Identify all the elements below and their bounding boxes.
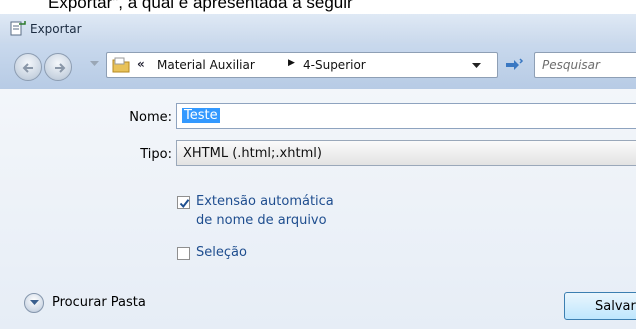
dialog-title: Exportar	[30, 22, 82, 36]
breadcrumb-separator-icon[interactable]: ▶	[288, 58, 295, 68]
export-icon	[10, 20, 26, 36]
selection-label[interactable]: Seleção	[196, 243, 247, 262]
type-select[interactable]: XHTML (.html;.xhtml)	[176, 140, 636, 166]
save-button-label: Salvar	[595, 299, 636, 314]
breadcrumb-overflow[interactable]: «	[137, 57, 145, 71]
name-label: Nome:	[129, 110, 172, 125]
name-field[interactable]: Teste	[176, 103, 636, 129]
save-button[interactable]: Salvar	[564, 292, 636, 320]
type-label: Tipo:	[140, 147, 172, 162]
recent-pages-dropdown-icon[interactable]	[90, 61, 99, 67]
background-document-text: Exportar", a qual é apresentada a seguir	[48, 0, 353, 12]
refresh-icon[interactable]	[502, 55, 526, 75]
address-dropdown-icon[interactable]	[472, 63, 481, 69]
navigation-bar: « Material Auxiliar ▶ 4-Superior Pesquis…	[0, 43, 636, 89]
chevron-down-icon	[24, 293, 44, 313]
type-select-value: XHTML (.html;.xhtml)	[183, 146, 322, 161]
title-bar: Exportar	[0, 14, 636, 43]
export-dialog: Exportar « Material Auxiliar ▶ 4-Superio…	[0, 14, 636, 329]
search-input[interactable]: Pesquisar	[534, 52, 636, 78]
breadcrumb-4-superior[interactable]: 4-Superior	[303, 58, 366, 72]
auto-extension-label[interactable]: Extensão automática de nome de arquivo	[196, 192, 396, 230]
auto-extension-checkbox[interactable]	[177, 196, 190, 209]
address-bar[interactable]: « Material Auxiliar ▶ 4-Superior	[106, 52, 498, 78]
search-placeholder: Pesquisar	[542, 58, 600, 72]
breadcrumb-material-auxiliar[interactable]: Material Auxiliar	[157, 58, 255, 72]
forward-arrow-icon	[55, 63, 66, 73]
folder-icon	[112, 57, 130, 73]
name-field-value[interactable]: Teste	[182, 108, 220, 123]
back-arrow-icon	[22, 63, 33, 73]
auto-extension-label-line2: de nome de arquivo	[196, 213, 327, 228]
browse-folders-label: Procurar Pasta	[52, 295, 146, 310]
form-area: Nome: Teste Tipo: XHTML (.html;.xhtml) E…	[0, 89, 636, 329]
check-icon	[179, 199, 190, 209]
forward-button[interactable]	[44, 53, 72, 81]
back-button[interactable]	[14, 53, 42, 81]
selection-checkbox[interactable]	[177, 247, 190, 260]
auto-extension-label-line1: Extensão automática	[196, 194, 334, 209]
